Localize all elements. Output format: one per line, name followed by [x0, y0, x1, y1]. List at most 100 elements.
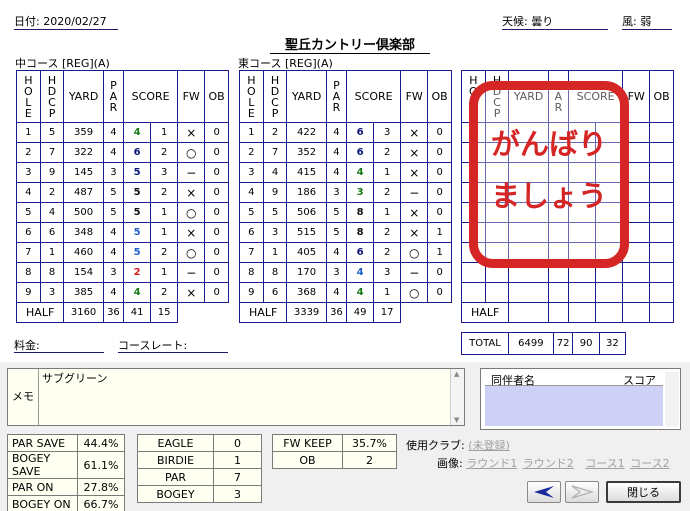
hdcp-cell: 1 — [262, 242, 288, 263]
stats-row: EAGLE 0 — [137, 434, 262, 452]
companion-list-body[interactable] — [485, 386, 663, 426]
hole-cell: 8 — [16, 262, 41, 283]
weather-field: 天候: 曇り — [502, 13, 608, 30]
ob-cell: 1 — [427, 222, 452, 243]
table-row: 4 2 487 5 5 2 × 0 — [16, 182, 229, 203]
hole-cell: 7 — [239, 242, 264, 263]
yard-cell: 500 — [63, 202, 104, 223]
putt-cell: 3 — [150, 162, 179, 183]
fw-cell: ○ — [177, 142, 206, 163]
previous-button[interactable] — [527, 481, 561, 503]
putt-cell: 2 — [150, 182, 179, 203]
memo-field[interactable]: メモ サブグリーン ▲ ▼ — [7, 368, 465, 426]
hdcp-header: HDCP — [39, 70, 65, 123]
scroll-down-icon[interactable]: ▼ — [454, 416, 459, 424]
empty-cell — [508, 282, 549, 303]
score-cell: 5 — [123, 242, 152, 263]
score-cell: 6 — [346, 142, 375, 163]
fw-cell: ○ — [177, 202, 206, 223]
yard-cell: 359 — [63, 122, 104, 143]
course-2-link[interactable]: コース2 — [630, 457, 669, 470]
stat-value: 3 — [213, 485, 262, 503]
stamp-line-1: がんばり — [490, 127, 607, 161]
hole-cell: 5 — [16, 202, 41, 223]
fw-cell: ○ — [400, 242, 429, 263]
empty-cell — [649, 162, 674, 183]
half-row: HALF — [460, 302, 674, 323]
stat-value: 44.4% — [77, 434, 125, 452]
companion-header: 同伴者名 スコア — [485, 372, 663, 387]
empty-cell — [484, 282, 510, 303]
wind-field: 風: 弱 — [622, 13, 672, 30]
stamp-line-2: ましょう — [490, 179, 607, 213]
par-cell: 3 — [325, 262, 348, 283]
table-row: 7 1 460 4 5 2 ○ 0 — [16, 242, 229, 263]
total-yard: 6499 — [508, 332, 554, 355]
images-row: 画像: ラウンド1 ラウンド2 コース1 コース2 — [437, 455, 687, 471]
arrow-right-icon — [571, 485, 595, 499]
next-button[interactable] — [565, 481, 599, 503]
clubs-link[interactable]: (未登録) — [468, 439, 510, 452]
score-cell: 5 — [123, 162, 152, 183]
close-button[interactable]: 閉じる — [606, 481, 681, 503]
memo-label: メモ — [8, 369, 39, 425]
yard-cell: 348 — [63, 222, 104, 243]
scroll-up-icon[interactable]: ▲ — [454, 370, 459, 378]
half-score: 41 — [123, 302, 152, 323]
stats-table-mid: EAGLE 0 BIRDIE 1 PAR 7 BOGEY 3 — [137, 434, 262, 503]
hole-cell: 3 — [16, 162, 41, 183]
half-score: 49 — [346, 302, 375, 323]
fee-label: 料金: — [14, 339, 40, 352]
stats-row: BOGEY ON 66.7% — [7, 495, 125, 511]
round-2-link[interactable]: ラウンド2 — [523, 457, 574, 470]
stat-value: 0 — [213, 434, 262, 452]
ob-cell: 0 — [204, 262, 229, 283]
empty-cell — [649, 122, 674, 143]
ob-cell: 0 — [204, 242, 229, 263]
stat-value: 7 — [213, 468, 262, 486]
putt-cell: 2 — [373, 242, 402, 263]
par-cell: 4 — [325, 242, 348, 263]
ob-cell: 0 — [427, 182, 452, 203]
hdcp-cell: 7 — [39, 142, 65, 163]
total-label: TOTAL — [461, 332, 509, 355]
wind-label: 風: 弱 — [622, 15, 652, 28]
hdcp-cell: 4 — [262, 162, 288, 183]
empty-cell — [649, 262, 674, 283]
fw-cell: × — [400, 162, 429, 183]
round-1-link[interactable]: ラウンド1 — [466, 457, 517, 470]
hdcp-cell: 2 — [39, 182, 65, 203]
hole-cell: 4 — [239, 182, 264, 203]
total-par: 72 — [552, 332, 574, 355]
date-label: 日付: 2020/02/27 — [14, 15, 107, 28]
hole-cell: 8 — [239, 262, 264, 283]
yard-cell: 422 — [286, 122, 327, 143]
course-1-link[interactable]: コース1 — [585, 457, 624, 470]
score-cell: 4 — [123, 282, 152, 303]
ob-cell: 0 — [204, 122, 229, 143]
course-title: 聖丘カントリー倶楽部 — [270, 34, 430, 54]
companion-list[interactable]: 同伴者名 スコア — [480, 368, 681, 430]
empty-cell — [622, 262, 651, 283]
fw-cell: − — [400, 182, 429, 203]
table-row: 6 3 515 5 8 2 × 1 — [239, 222, 452, 243]
fee-field: 料金: — [14, 337, 104, 353]
stat-value: 66.7% — [77, 495, 125, 511]
score-cell: 4 — [123, 122, 152, 143]
half-putt: 17 — [373, 302, 402, 323]
table-row: 4 9 186 3 3 2−0 — [239, 182, 452, 203]
empty-cell — [568, 282, 597, 303]
score-cell: 4 — [346, 162, 375, 183]
ob-cell: 0 — [204, 142, 229, 163]
memo-scrollbar[interactable]: ▲ ▼ — [450, 369, 464, 425]
companion-scrollbar[interactable] — [665, 372, 679, 427]
hole-cell: 2 — [16, 142, 41, 163]
ob-cell: 0 — [204, 202, 229, 223]
hole-header: HOLE — [16, 70, 41, 123]
ob-header: OB — [427, 70, 452, 123]
yard-cell: 415 — [286, 162, 327, 183]
yard-header: YARD — [286, 70, 327, 123]
table-row: 8 8 170 3 4 3−0 — [239, 262, 452, 283]
putt-cell: 2 — [150, 142, 179, 163]
stats-row: PAR SAVE 44.4% — [7, 434, 125, 452]
